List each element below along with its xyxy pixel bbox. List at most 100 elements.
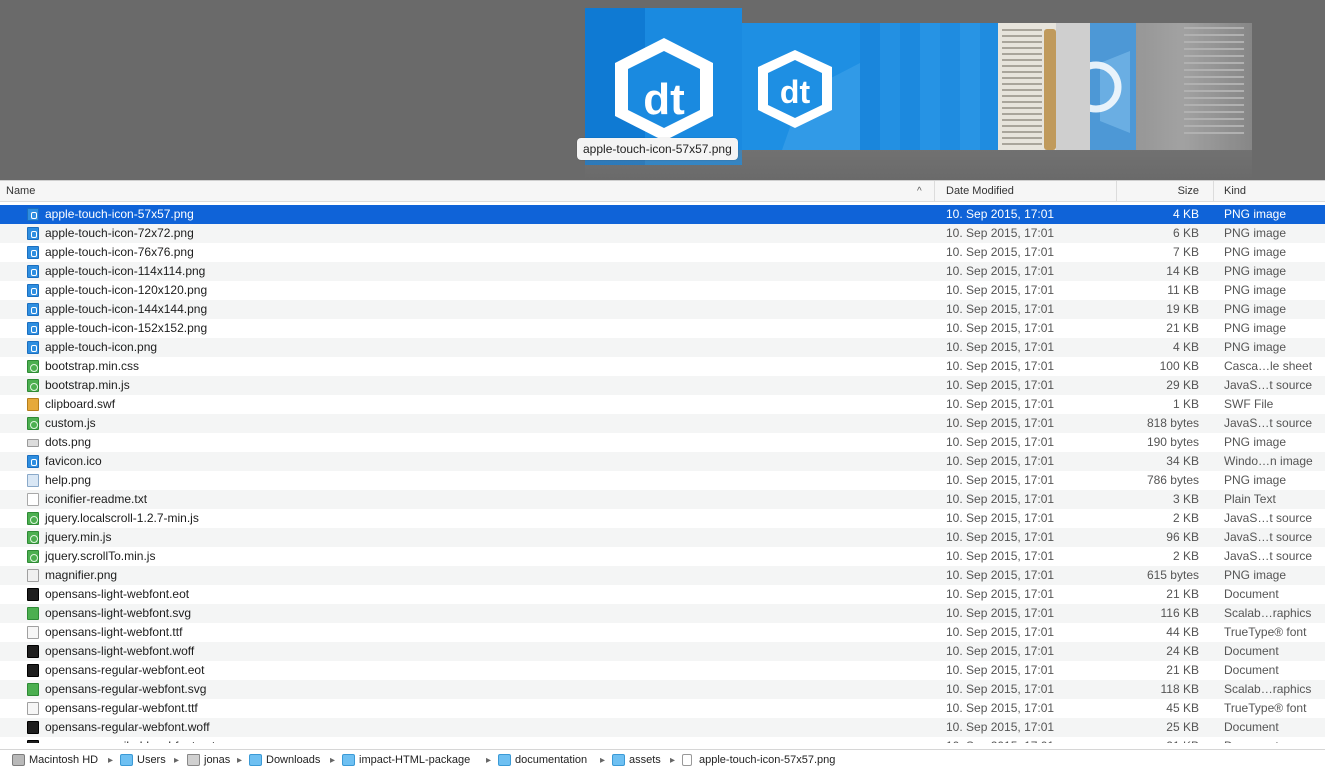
file-row[interactable]: magnifier.png 10. Sep 2015, 17:01 615 byte… (0, 566, 1325, 585)
file-name: opensans-light-webfont.ttf (45, 625, 183, 639)
file-date-modified: 10. Sep 2015, 17:01 (946, 701, 1055, 715)
file-date-modified: 10. Sep 2015, 17:01 (946, 737, 1054, 743)
sort-ascending-icon[interactable]: ^ (917, 181, 922, 202)
file-row[interactable]: jquery.scrollTo.min.js 10. Sep 2015, 17:0… (0, 547, 1325, 566)
file-name: opensans-light-webfont.eot (45, 587, 190, 601)
file-date-modified: 10. Sep 2015, 17:01 (946, 378, 1055, 392)
file-row[interactable]: clipboard.swf 10. Sep 2015, 17:01 1 KB SWF … (0, 395, 1325, 414)
file-row[interactable]: apple-touch-icon-114x114.png 10. Sep 2015… (0, 262, 1325, 281)
file-name: bootstrap.min.js (45, 378, 130, 392)
folder-icon (342, 754, 355, 766)
file-row[interactable]: opensans-light-webfont.woff 10. Sep 2015,… (0, 642, 1325, 661)
file-row[interactable]: opensans-light-webfont.svg 10. Sep 2015, … (0, 604, 1325, 623)
cover-flow-item-next[interactable]: dt (742, 23, 860, 150)
column-header-kind[interactable]: Kind (1213, 181, 1325, 202)
file-date-modified: 10. Sep 2015, 17:01 (946, 492, 1055, 506)
cover-flow-preview[interactable]: dt dt apple-touch-icon-57x57.png (0, 0, 1325, 180)
file-row[interactable]: opensans-semibold-webfont.eot 10. Sep 201… (0, 737, 1325, 743)
file-size: 2 KB (1172, 549, 1199, 563)
file-kind: Document (1224, 720, 1279, 734)
file-kind: JavaS…t source (1224, 549, 1313, 563)
file-name: apple-touch-icon-57x57.png (45, 207, 194, 221)
swf-icon (27, 398, 39, 411)
code-file-icon (27, 379, 39, 392)
file-row[interactable]: opensans-regular-webfont.svg 10. Sep 2015… (0, 680, 1325, 699)
file-size: 96 KB (1166, 530, 1199, 544)
cover-flow-item-blue[interactable] (1090, 23, 1136, 150)
file-row[interactable]: opensans-regular-webfont.ttf 10. Sep 2015… (0, 699, 1325, 718)
path-separator-icon: ▸ (108, 755, 114, 766)
file-kind: Plain Text (1224, 492, 1276, 506)
file-date-modified: 10. Sep 2015, 17:01 (946, 473, 1055, 487)
file-row[interactable]: apple-touch-icon-144x144.png 10. Sep 2015… (0, 300, 1325, 319)
file-row[interactable]: custom.js 10. Sep 2015, 17:01 818 bytes Jav… (0, 414, 1325, 433)
font-file-icon (27, 702, 39, 715)
file-row[interactable]: jquery.min.js 10. Sep 2015, 17:01 96 KB Jav… (0, 528, 1325, 547)
file-row[interactable]: dots.png 10. Sep 2015, 17:01 190 bytes PNG … (0, 433, 1325, 452)
file-row[interactable]: help.png 10. Sep 2015, 17:01 786 bytes PNG … (0, 471, 1325, 490)
file-name: help.png (45, 473, 92, 487)
path-bar: Macintosh HD ▸ Users ▸ jonas ▸ Downloads ▸ impac… (0, 749, 1325, 770)
file-size: 7 KB (1172, 245, 1199, 259)
svg-file-icon (27, 683, 39, 696)
png-icon (27, 246, 39, 259)
file-row[interactable]: bootstrap.min.js 10. Sep 2015, 17:01 29 KB… (0, 376, 1325, 395)
file-date-modified: 10. Sep 2015, 17:01 (946, 302, 1055, 316)
file-kind: JavaS…t source (1224, 378, 1313, 392)
dt-logo-icon: dt (742, 23, 860, 150)
file-row[interactable]: opensans-light-webfont.ttf 10. Sep 2015, … (0, 623, 1325, 642)
file-date-modified: 10. Sep 2015, 17:01 (946, 549, 1055, 563)
png-icon (27, 208, 39, 221)
file-row[interactable]: apple-touch-icon-57x57.png 10. Sep 2015, … (0, 205, 1325, 224)
file-name: iconifier-readme.txt (45, 492, 148, 506)
png-icon (27, 265, 39, 278)
path-item-label: assets (629, 754, 661, 766)
file-row[interactable]: apple-touch-icon.png 10. Sep 2015, 17:01 4… (0, 338, 1325, 357)
file-row[interactable]: opensans-regular-webfont.woff 10. Sep 201… (0, 718, 1325, 737)
column-header-size[interactable]: Size (1116, 181, 1213, 202)
text-file-icon (27, 493, 39, 506)
file-row[interactable]: bootstrap.min.css 10. Sep 2015, 17:01 100 … (0, 357, 1325, 376)
cover-flow-stack[interactable] (860, 23, 1000, 150)
path-item-label: documentation (515, 754, 588, 766)
cover-flow-far-item[interactable] (1136, 23, 1252, 150)
file-row[interactable]: jquery.localscroll-1.2.7-min.js 10. Sep 2… (0, 509, 1325, 528)
folder-icon (612, 754, 625, 766)
file-size: 190 bytes (1146, 435, 1199, 449)
file-row[interactable]: iconifier-readme.txt 10. Sep 2015, 17:01 3… (0, 490, 1325, 509)
file-date-modified: 10. Sep 2015, 17:01 (946, 416, 1055, 430)
code-file-icon (27, 550, 39, 563)
file-kind: TrueType® font (1224, 701, 1307, 715)
file-size: 25 KB (1166, 720, 1199, 734)
file-row[interactable]: opensans-light-webfont.eot 10. Sep 2015, … (0, 585, 1325, 604)
document-icon (27, 664, 39, 677)
png-icon (27, 303, 39, 316)
folder-icon (498, 754, 511, 766)
column-header-name[interactable]: Name (0, 181, 934, 202)
cover-flow-item-document[interactable] (998, 23, 1090, 150)
file-row[interactable]: opensans-regular-webfont.eot 10. Sep 2015… (0, 661, 1325, 680)
file-date-modified: 10. Sep 2015, 17:01 (946, 359, 1055, 373)
file-kind: PNG image (1224, 283, 1287, 297)
file-row[interactable]: apple-touch-icon-72x72.png 10. Sep 2015, … (0, 224, 1325, 243)
file-name: apple-touch-icon-72x72.png (45, 226, 194, 240)
file-name: opensans-light-webfont.svg (45, 606, 192, 620)
svg-text:dt: dt (643, 75, 685, 124)
column-header-date-modified[interactable]: Date Modified (934, 181, 1116, 202)
file-row[interactable]: apple-touch-icon-120x120.png 10. Sep 2015… (0, 281, 1325, 300)
file-date-modified: 10. Sep 2015, 17:01 (946, 454, 1055, 468)
file-row[interactable]: apple-touch-icon-152x152.png 10. Sep 2015… (0, 319, 1325, 338)
document-icon (27, 588, 39, 601)
file-row[interactable]: apple-touch-icon-76x76.png 10. Sep 2015, … (0, 243, 1325, 262)
file-row[interactable]: favicon.ico 10. Sep 2015, 17:01 34 KB Windo… (0, 452, 1325, 471)
file-date-modified: 10. Sep 2015, 17:01 (946, 568, 1055, 582)
file-date-modified: 10. Sep 2015, 17:01 (946, 606, 1055, 620)
code-file-icon (27, 360, 39, 373)
file-kind: PNG image (1224, 226, 1287, 240)
png-icon (27, 341, 39, 354)
file-size: 116 KB (1160, 606, 1199, 620)
path-item-label: Downloads (266, 754, 321, 766)
path-item-label: Macintosh HD (29, 754, 99, 766)
file-size: 21 KB (1166, 663, 1199, 677)
file-name: magnifier.png (45, 568, 118, 582)
